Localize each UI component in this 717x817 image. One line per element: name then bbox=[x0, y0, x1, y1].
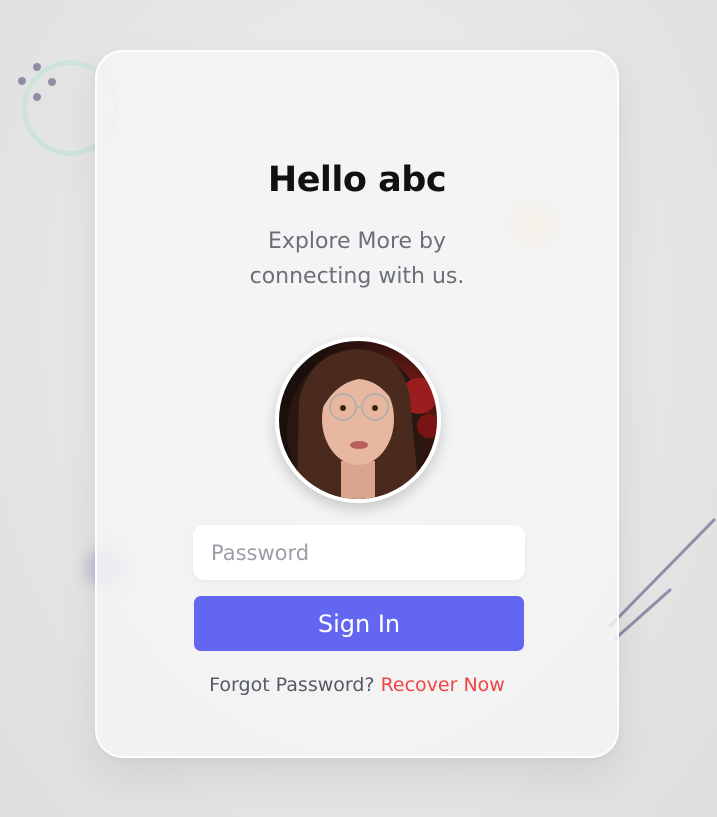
subtitle-line: Explore More by bbox=[267, 229, 447, 254]
user-photo-avatar-icon bbox=[287, 349, 437, 499]
card-subtitle: Explore More by connecting with us. bbox=[97, 224, 617, 294]
subtitle-line: connecting with us. bbox=[249, 264, 465, 289]
avatar bbox=[275, 337, 441, 503]
decorative-dot bbox=[33, 93, 41, 101]
decorative-dot bbox=[18, 77, 26, 85]
recover-now-link[interactable]: Recover Now bbox=[381, 674, 505, 696]
forgot-password-text: Forgot Password? bbox=[209, 674, 375, 696]
password-input[interactable] bbox=[193, 525, 525, 580]
decorative-dot bbox=[33, 63, 41, 71]
forgot-password-row: Forgot Password? Recover Now bbox=[97, 674, 617, 696]
login-card: Hello abc Explore More by connecting wit… bbox=[95, 50, 619, 758]
sign-in-button[interactable]: Sign In bbox=[194, 596, 524, 651]
card-title: Hello abc bbox=[267, 160, 447, 200]
decorative-dot bbox=[48, 78, 56, 86]
